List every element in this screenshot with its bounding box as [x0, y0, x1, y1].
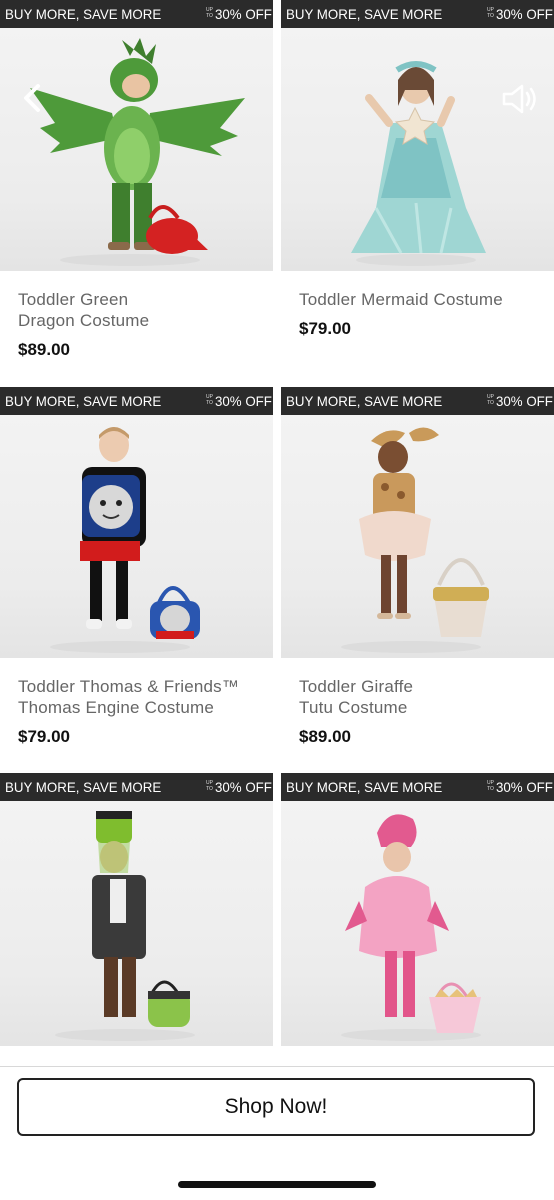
upto-label: UP TO [206, 780, 213, 792]
product-name[interactable]: Toddler Giraffe Tutu Costume [299, 676, 544, 718]
product-card[interactable]: BUY MORE, SAVE MORE UP TO 30% OFF [0, 387, 273, 773]
promo-banner: BUY MORE, SAVE MORE UP TO 30% OFF [281, 773, 554, 801]
discount-text: 30% OFF [215, 779, 272, 795]
promo-text: BUY MORE, SAVE MORE [286, 779, 443, 795]
shop-now-button[interactable]: Shop Now! [17, 1078, 535, 1136]
discount-text: 30% OFF [496, 393, 553, 409]
product-price: $89.00 [18, 340, 70, 359]
product-card[interactable]: BUY MORE, SAVE MORE UP TO 30% OFF [281, 0, 554, 386]
promo-text: BUY MORE, SAVE MORE [5, 6, 162, 22]
promo-banner: BUY MORE, SAVE MORE UP TO 30% OFF [0, 387, 273, 415]
promo-banner: BUY MORE, SAVE MORE UP TO 30% OFF [281, 387, 554, 415]
product-card[interactable]: BUY MORE, SAVE MORE UP TO 30% OFF [0, 0, 273, 386]
promo-banner: BUY MORE, SAVE MORE UP TO 30% OFF [0, 773, 273, 801]
upto-label: UP TO [206, 394, 213, 406]
dragon-costume-photo[interactable] [0, 28, 273, 271]
flamingo-costume-photo[interactable] [281, 801, 554, 1046]
chevron-left-icon[interactable] [20, 82, 48, 114]
frankenstein-costume-photo[interactable] [0, 801, 273, 1046]
product-name[interactable]: Toddler Green Dragon Costume [18, 289, 263, 331]
promo-text: BUY MORE, SAVE MORE [5, 393, 162, 409]
promo-text: BUY MORE, SAVE MORE [5, 779, 162, 795]
promo-text: BUY MORE, SAVE MORE [286, 6, 443, 22]
upto-label: UP TO [487, 394, 494, 406]
discount-text: 30% OFF [215, 393, 272, 409]
product-card[interactable]: BUY MORE, SAVE MORE UP TO 30% OFF [0, 773, 273, 1048]
promo-banner: BUY MORE, SAVE MORE UP TO 30% OFF [281, 0, 554, 28]
product-price: $79.00 [299, 319, 351, 338]
thomas-costume-photo[interactable] [0, 415, 273, 658]
product-price: $89.00 [299, 727, 351, 746]
product-grid: BUY MORE, SAVE MORE UP TO 30% OFF Toddle… [0, 0, 554, 1048]
product-card[interactable]: BUY MORE, SAVE MORE UP TO 30% OFF [281, 773, 554, 1048]
upto-label: UP TO [206, 7, 213, 19]
discount-text: 30% OFF [496, 6, 553, 22]
upto-label: UP TO [487, 7, 494, 19]
discount-text: 30% OFF [215, 6, 272, 22]
promo-text: BUY MORE, SAVE MORE [286, 393, 443, 409]
mermaid-costume-photo[interactable] [281, 28, 554, 271]
upto-label: UP TO [487, 780, 494, 792]
home-indicator[interactable] [178, 1181, 376, 1188]
product-name[interactable]: Toddler Thomas & Friends™ Thomas Engine … [18, 676, 263, 718]
footer-divider [0, 1066, 554, 1067]
product-price: $79.00 [18, 727, 70, 746]
discount-text: 30% OFF [496, 779, 553, 795]
promo-banner: BUY MORE, SAVE MORE UP TO 30% OFF [0, 0, 273, 28]
product-name[interactable]: Toddler Mermaid Costume [299, 289, 544, 310]
product-card[interactable]: BUY MORE, SAVE MORE UP TO 30% OFF [281, 387, 554, 773]
speaker-icon[interactable] [500, 82, 540, 116]
giraffe-costume-photo[interactable] [281, 415, 554, 658]
